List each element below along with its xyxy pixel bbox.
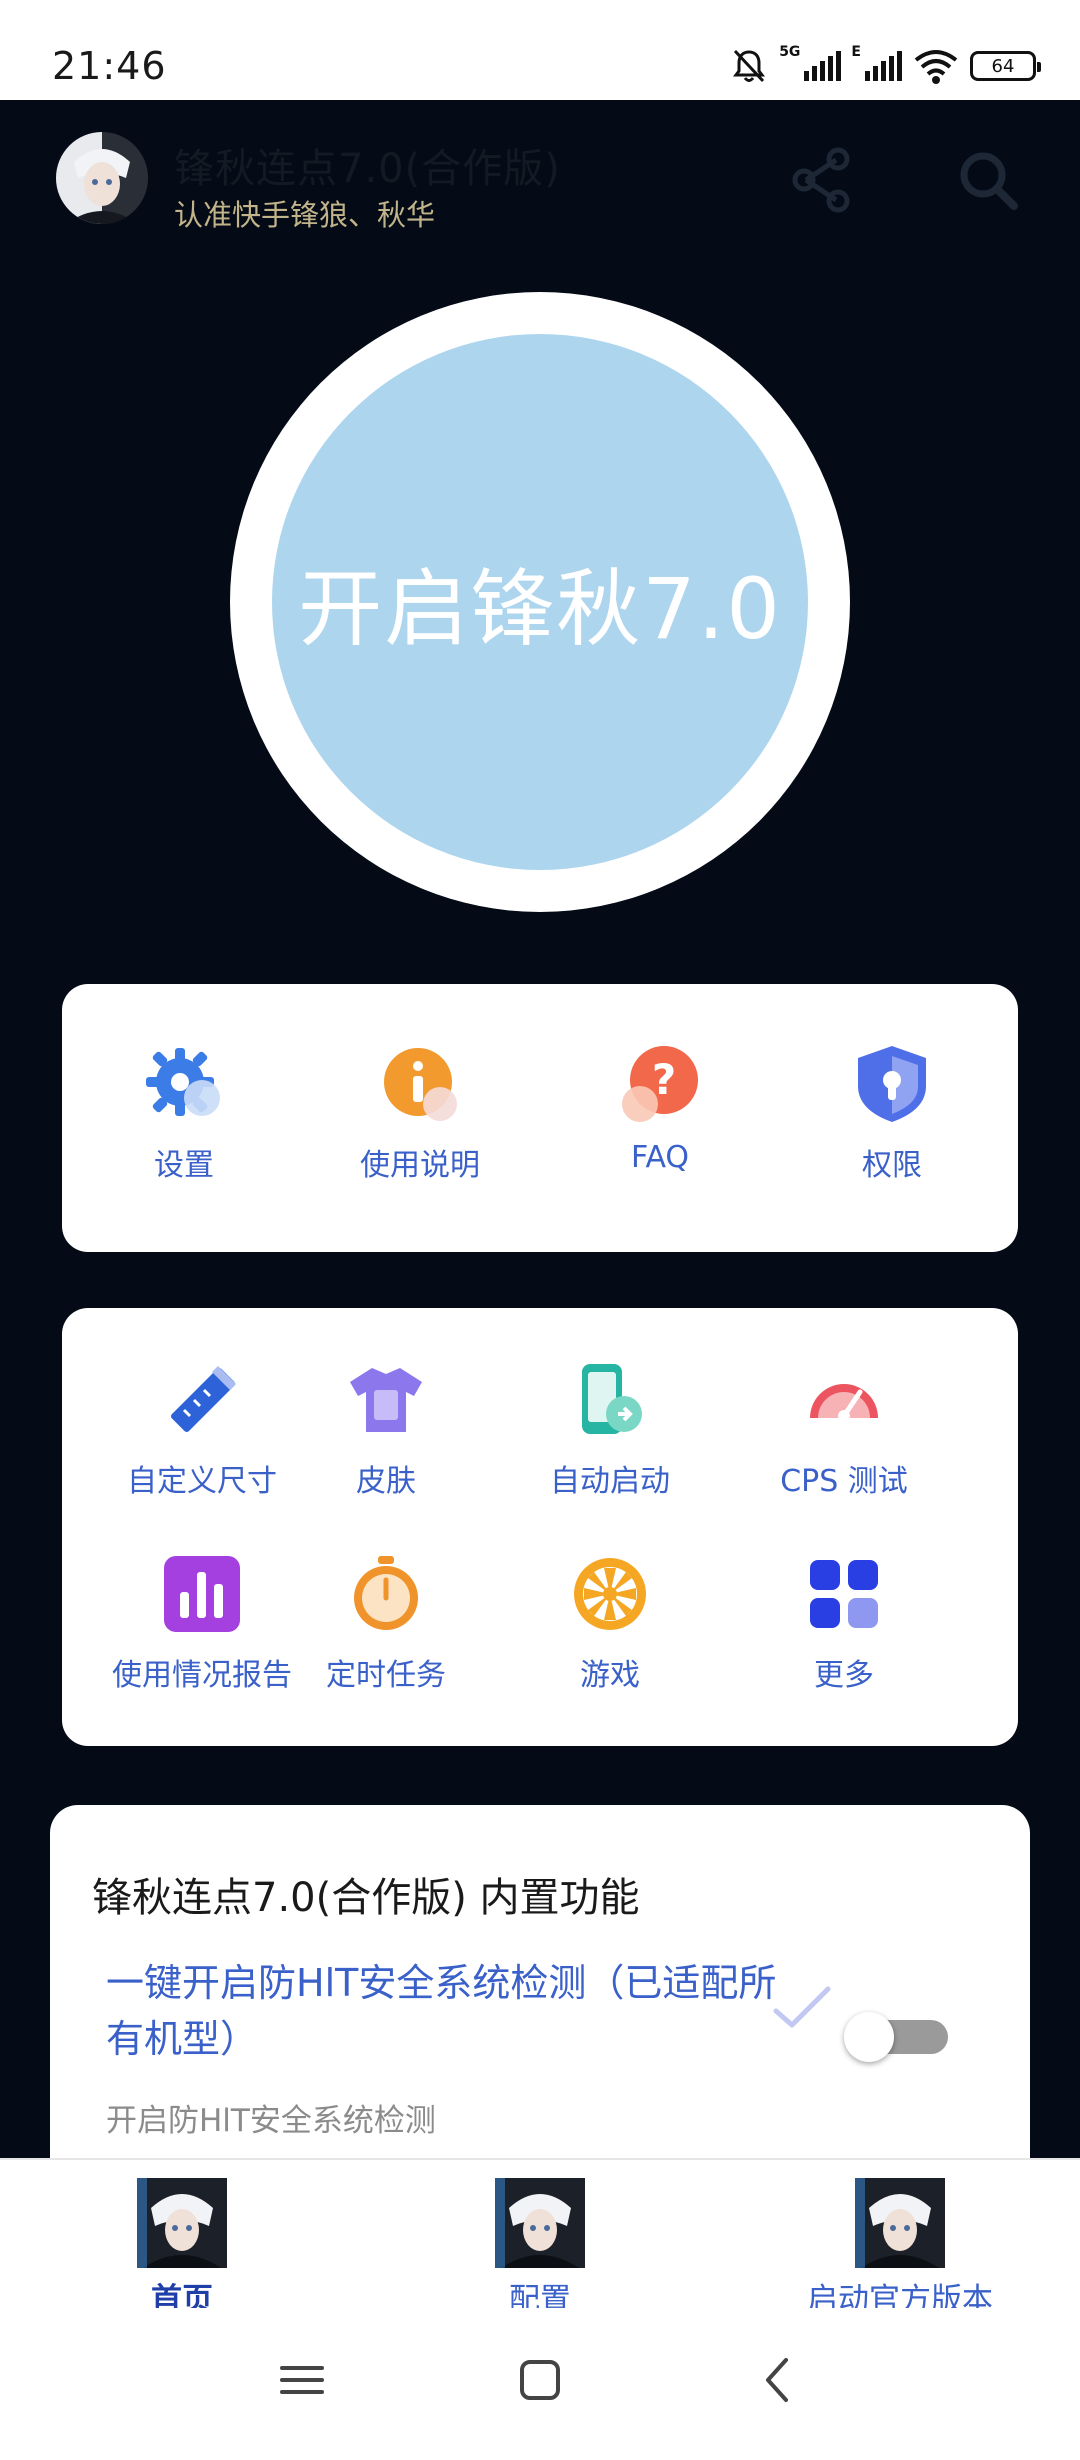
stopwatch-icon (354, 1556, 418, 1630)
search-icon[interactable] (956, 148, 1020, 212)
cps-test-button[interactable]: CPS 测试 (734, 1358, 954, 1500)
status-icons: 5G E 64 (729, 38, 1041, 94)
more-button[interactable]: 更多 (734, 1552, 954, 1694)
status-bar: 21:46 5G E 64 (0, 0, 1080, 100)
share-icon[interactable] (790, 146, 854, 214)
game-label: 游戏 (580, 1658, 640, 1693)
auto-start-label: 自动启动 (550, 1464, 670, 1499)
more-label: 更多 (814, 1658, 874, 1693)
gear-icon (146, 1048, 220, 1116)
usage-report-label: 使用情况报告 (112, 1658, 292, 1693)
settings-button[interactable]: 设置 (114, 1042, 254, 1184)
custom-size-label: 自定义尺寸 (127, 1464, 277, 1499)
permissions-button[interactable]: 权限 (822, 1042, 962, 1184)
instructions-label: 使用说明 (360, 1148, 480, 1183)
system-navigation-bar (0, 2308, 1080, 2460)
nav-config[interactable]: 配置 (470, 2178, 610, 2319)
features-title: 锋秋连点7.0(合作版) 内置功能 (92, 1875, 640, 1921)
wheel-icon (574, 1558, 646, 1630)
check-icon (773, 1986, 831, 2028)
ruler-pencil-icon (171, 1366, 236, 1432)
cps-test-label: CPS 测试 (780, 1464, 908, 1499)
signal-strength-icon (804, 51, 842, 81)
app-title: 锋秋连点7.0(合作版) (174, 146, 561, 192)
grid-icon (810, 1560, 878, 1628)
feature-toggle[interactable] (844, 2012, 950, 2062)
wifi-icon (914, 50, 958, 84)
main-area: 锋秋连点7.0(合作版) 认准快手锋狼、秋华 开启锋秋7.0 设置 使用说明 ?… (0, 100, 1080, 2265)
start-button-inner[interactable]: 开启锋秋7.0 (272, 334, 808, 870)
network-5g-label: 5G (779, 44, 801, 60)
feature-anti-detection-name[interactable]: 一键开启防HlT安全系统检测（已适配所有机型） (106, 1955, 786, 2067)
home-avatar-image (137, 2178, 227, 2268)
bar-chart-icon (164, 1556, 240, 1632)
faq-button[interactable]: ? FAQ (590, 1042, 730, 1175)
signal-strength-icon-2 (865, 51, 902, 81)
skin-button[interactable]: 皮肤 (286, 1358, 486, 1500)
toggle-knob (844, 2012, 894, 2062)
network-e-label: E (851, 44, 861, 60)
bell-muted-icon (733, 49, 766, 83)
shield-icon (858, 1046, 926, 1122)
home-icon[interactable] (508, 2348, 572, 2412)
settings-label: 设置 (154, 1148, 214, 1183)
permissions-label: 权限 (862, 1148, 922, 1183)
app-avatar[interactable] (56, 132, 148, 224)
nav-home[interactable]: 首页 (112, 2178, 252, 2319)
skin-label: 皮肤 (356, 1464, 416, 1499)
nav-official[interactable]: 启动官方版本 (790, 2178, 1010, 2319)
battery-level: 64 (991, 55, 1015, 77)
timer-task-label: 定时任务 (326, 1658, 446, 1693)
app-subtitle: 认准快手锋狼、秋华 (174, 198, 436, 232)
official-avatar-image (855, 2178, 945, 2268)
feature-anti-detection-description: 开启防HlT安全系统检测 (106, 2103, 436, 2139)
auto-start-button[interactable]: 自动启动 (510, 1358, 710, 1500)
quick-menu-card: 设置 使用说明 ? FAQ 权限 (62, 984, 1018, 1252)
question-icon: ? (622, 1046, 698, 1122)
phone-link-icon (582, 1364, 642, 1434)
avatar-image (56, 132, 148, 224)
back-icon[interactable] (746, 2348, 810, 2412)
battery-icon: 64 (970, 51, 1041, 81)
game-button[interactable]: 游戏 (510, 1552, 710, 1694)
bottom-nav: 首页 配置 启动官方版本 (0, 2158, 1080, 2318)
status-time: 21:46 (52, 44, 167, 88)
config-avatar-image (495, 2178, 585, 2268)
tools-card: 自定义尺寸 皮肤 自动启动 CPS 测试 使用情况报告 定时任务 游戏 更多 (62, 1308, 1018, 1746)
start-button[interactable]: 开启锋秋7.0 (230, 292, 850, 912)
start-button-label: 开启锋秋7.0 (298, 559, 782, 658)
timer-task-button[interactable]: 定时任务 (286, 1552, 486, 1694)
instructions-button[interactable]: 使用说明 (330, 1042, 510, 1184)
menu-icon[interactable] (270, 2348, 334, 2412)
info-icon (384, 1048, 457, 1121)
faq-label: FAQ (630, 1140, 690, 1175)
speedometer-icon (810, 1384, 878, 1422)
tshirt-icon (350, 1368, 422, 1432)
